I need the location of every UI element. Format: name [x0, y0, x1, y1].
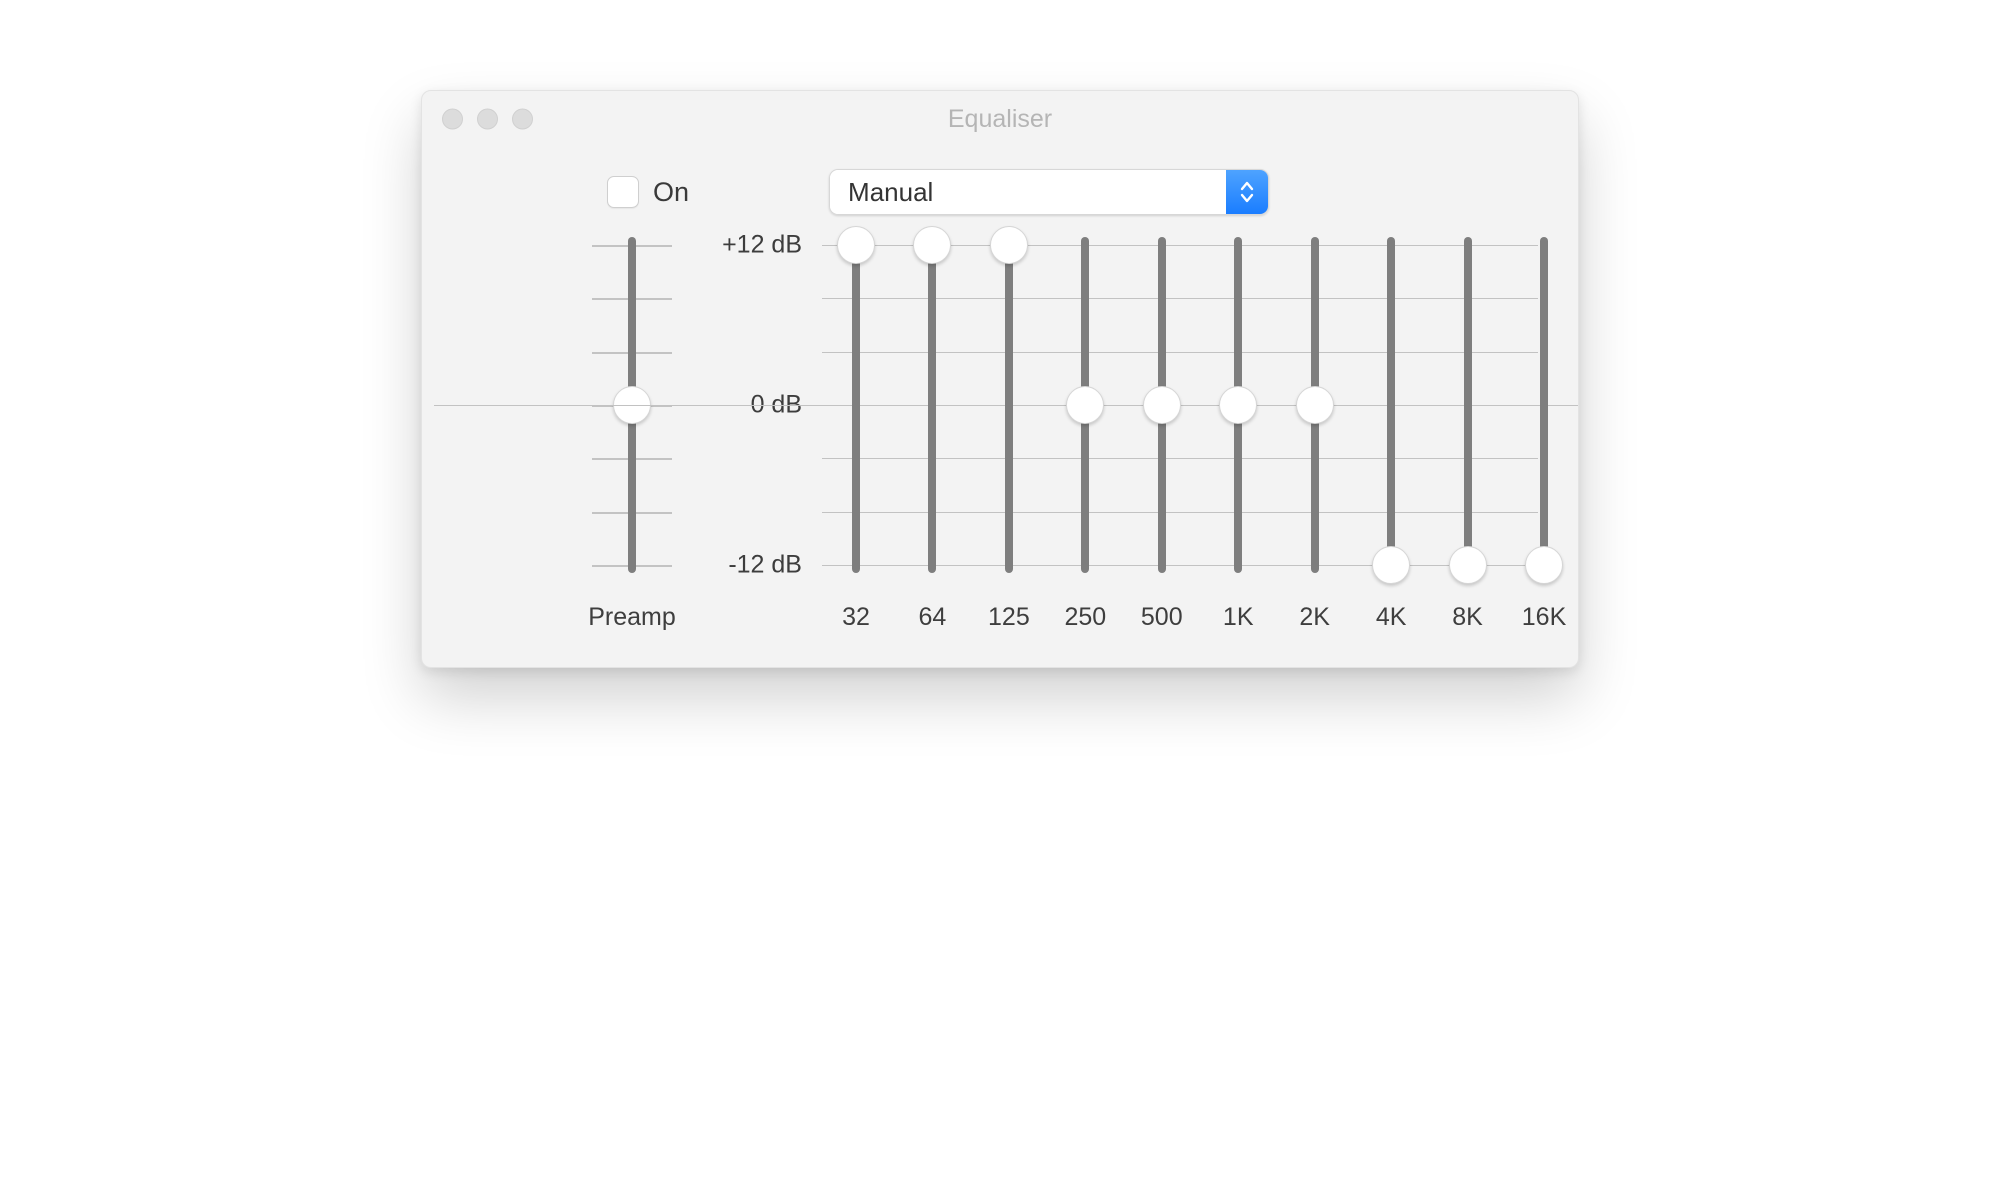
bands-area [822, 245, 1538, 565]
band-label-500: 500 [1141, 603, 1183, 632]
band-slider-knob[interactable] [1525, 546, 1563, 584]
band-label-4K: 4K [1376, 603, 1407, 632]
band-slider-125[interactable] [989, 245, 1029, 565]
band-slider-knob[interactable] [837, 226, 875, 264]
on-checkbox[interactable] [607, 176, 639, 208]
band-slider-2K[interactable] [1295, 245, 1335, 565]
band-slider-500[interactable] [1142, 245, 1182, 565]
preset-select[interactable]: Manual [829, 169, 1269, 215]
minimize-icon[interactable] [477, 109, 498, 130]
band-label-1K: 1K [1223, 603, 1254, 632]
band-label-32: 32 [842, 603, 870, 632]
stepper-icon[interactable] [1226, 170, 1268, 214]
band-label-16K: 16K [1522, 603, 1566, 632]
window-controls [442, 109, 533, 130]
band-slider-knob[interactable] [1449, 546, 1487, 584]
db-label-mid: 0 dB [692, 391, 802, 420]
band-slider-knob[interactable] [913, 226, 951, 264]
labels-row: Preamp 32 64 125 250 500 1K 2K 4K 8K 16K [422, 603, 1578, 637]
equaliser-window: Equaliser On Manual [421, 90, 1579, 668]
close-icon[interactable] [442, 109, 463, 130]
band-slider-knob[interactable] [1372, 546, 1410, 584]
band-slider-32[interactable] [836, 245, 876, 565]
eq-area: +12 dB 0 dB -12 dB [422, 245, 1578, 565]
zoom-icon[interactable] [512, 109, 533, 130]
preamp-slider[interactable] [612, 245, 652, 565]
window-title: Equaliser [948, 105, 1052, 134]
band-slider-1K[interactable] [1218, 245, 1258, 565]
preamp-slider-knob[interactable] [613, 386, 651, 424]
preamp-label: Preamp [588, 603, 676, 632]
titlebar: Equaliser [422, 91, 1578, 147]
band-slider-knob[interactable] [1143, 386, 1181, 424]
band-label-250: 250 [1064, 603, 1106, 632]
band-label-125: 125 [988, 603, 1030, 632]
band-slider-4K[interactable] [1371, 245, 1411, 565]
db-label-max: +12 dB [692, 231, 802, 260]
band-slider-knob[interactable] [1296, 386, 1334, 424]
band-slider-knob[interactable] [1066, 386, 1104, 424]
y-axis: +12 dB 0 dB -12 dB [462, 245, 822, 565]
band-slider-250[interactable] [1065, 245, 1105, 565]
on-label: On [653, 177, 689, 208]
band-slider-8K[interactable] [1448, 245, 1488, 565]
band-slider-64[interactable] [912, 245, 952, 565]
band-label-64: 64 [919, 603, 947, 632]
band-label-8K: 8K [1452, 603, 1483, 632]
band-slider-knob[interactable] [990, 226, 1028, 264]
band-label-2K: 2K [1299, 603, 1330, 632]
preset-selected-value: Manual [830, 170, 1226, 214]
band-slider-16K[interactable] [1524, 245, 1564, 565]
db-label-min: -12 dB [692, 551, 802, 580]
band-slider-knob[interactable] [1219, 386, 1257, 424]
